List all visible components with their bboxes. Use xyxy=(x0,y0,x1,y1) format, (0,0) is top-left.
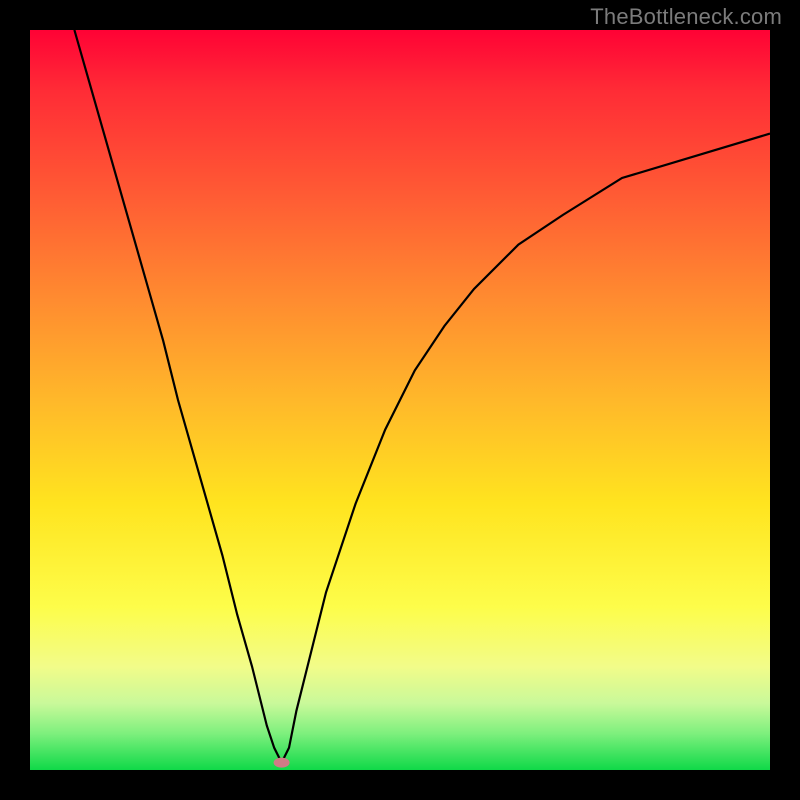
bottleneck-curve xyxy=(30,30,770,770)
watermark-text: TheBottleneck.com xyxy=(590,4,782,30)
chart-frame: TheBottleneck.com xyxy=(0,0,800,800)
minimum-marker xyxy=(274,758,290,768)
plot-area xyxy=(30,30,770,770)
curve-path xyxy=(74,30,770,763)
